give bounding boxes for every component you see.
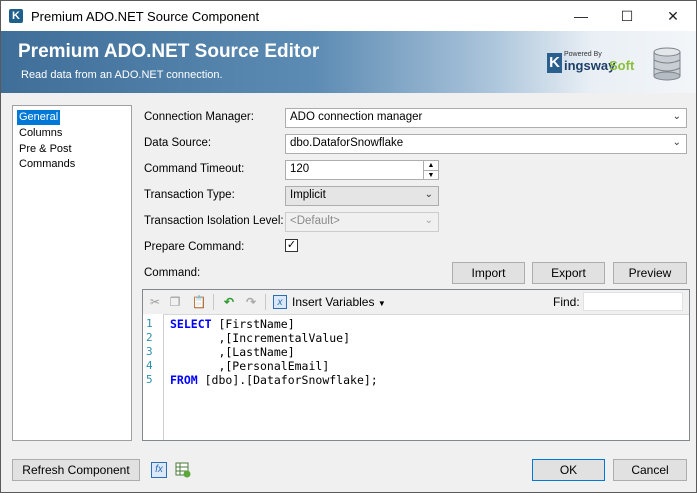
isolation-level-dropdown: <Default> ⌄ [285,212,439,232]
isolation-level-label: Transaction Isolation Level: [144,215,284,227]
editor-toolbar: ✂ ❐ 📋 ↶ ↷ x Insert Variables ▼ Find: [143,290,689,315]
cut-icon[interactable]: ✂ [147,294,163,310]
prepare-command-label: Prepare Command: [144,241,245,253]
database-icon [653,47,681,81]
chevron-down-icon: ⌄ [424,189,433,200]
paste-icon[interactable]: 📋 [191,294,207,310]
connection-manager-label: Connection Manager: [144,111,254,123]
kingswaysoft-logo: K Powered By ingsway Soft [547,51,637,77]
code-text: [dbo].[DataforSnowflake]; [197,373,378,387]
insert-variables-icon[interactable]: x [273,295,287,309]
chevron-down-icon: ⌄ [672,137,681,148]
line-number: 2 [146,331,153,344]
command-timeout-label: Command Timeout: [144,163,245,175]
spin-up-icon[interactable]: ▲ [423,161,438,170]
import-button[interactable]: Import [452,262,525,284]
toolbar-separator [213,294,214,310]
code-text: [FirstName] [211,317,295,331]
insert-variables-button[interactable]: Insert Variables ▼ [292,295,386,309]
line-number: 3 [146,345,153,358]
sql-keyword: FROM [170,373,198,387]
line-number: 1 [146,317,153,330]
maximize-icon: ☐ [620,8,634,24]
preview-button[interactable]: Preview [613,262,687,284]
line-number: 4 [146,359,153,372]
insert-variables-label: Insert Variables [292,295,375,309]
code-line: ,[PersonalEmail] [170,359,329,373]
code-line: ,[LastName] [170,345,295,359]
line-number-gutter: 1 2 3 4 5 [143,314,164,440]
cancel-button[interactable]: Cancel [613,459,687,481]
find-input[interactable] [583,292,683,311]
logo-powered-by: Powered By [564,51,602,58]
spin-down-icon[interactable]: ▼ [423,170,438,180]
undo-icon[interactable]: ↶ [221,294,237,310]
refresh-component-button[interactable]: Refresh Component [12,459,140,481]
chevron-down-icon: ⌄ [672,111,681,122]
banner-subtitle: Read data from an ADO.NET connection. [21,69,223,81]
nav-item-pre-post-commands[interactable]: Pre & Post Commands [17,142,131,170]
maximize-button[interactable]: ☐ [604,1,650,31]
command-label: Command: [144,267,201,279]
logo-ingsway: ingsway [564,58,616,73]
isolation-level-value: <Default> [290,215,340,227]
code-line: ,[IncrementalValue] [170,331,350,345]
title-bar: K Premium ADO.NET Source Component — ☐ ✕ [1,1,696,31]
minimize-button[interactable]: — [558,1,604,31]
connection-manager-dropdown[interactable]: ADO connection manager ⌄ [285,108,687,128]
code-line: SELECT [FirstName] [170,317,295,331]
redo-icon[interactable]: ↷ [243,294,259,310]
chevron-down-icon: ⌄ [424,215,433,226]
code-text: ,[IncrementalValue] [170,331,351,345]
data-source-value: dbo.DataforSnowflake [290,137,404,149]
export-button[interactable]: Export [532,262,605,284]
grid-settings-icon[interactable] [175,462,191,478]
code-line: FROM [dbo].[DataforSnowflake]; [170,373,378,387]
transaction-type-value: Implicit [290,189,326,201]
code-text: ,[PersonalEmail] [170,359,330,373]
command-timeout-spinner[interactable]: 120 ▲ ▼ [285,160,439,180]
connection-manager-value: ADO connection manager [290,111,423,123]
data-source-label: Data Source: [144,137,212,149]
data-source-dropdown[interactable]: dbo.DataforSnowflake ⌄ [285,134,687,154]
find-label: Find: [553,295,580,309]
logo-k: K [547,53,562,73]
transaction-type-dropdown[interactable]: Implicit ⌄ [285,186,439,206]
command-editor[interactable]: ✂ ❐ 📋 ↶ ↷ x Insert Variables ▼ Find: 1 2… [142,289,690,441]
logo-soft: Soft [609,58,635,73]
minimize-icon: — [574,8,588,24]
command-timeout-value: 120 [290,163,310,175]
transaction-type-label: Transaction Type: [144,189,235,201]
close-icon: ✕ [667,8,679,24]
checkmark-icon: ✓ [286,239,297,251]
caret-down-icon: ▼ [377,299,386,308]
copy-icon[interactable]: ❐ [167,294,183,310]
dialog-window: K Premium ADO.NET Source Component — ☐ ✕… [0,0,697,493]
banner-title: Premium ADO.NET Source Editor [18,41,320,62]
app-icon: K [9,9,23,23]
header-banner: Premium ADO.NET Source Editor Read data … [1,31,696,93]
nav-item-columns[interactable]: Columns [17,126,64,141]
sql-keyword: SELECT [170,317,212,331]
close-button[interactable]: ✕ [650,1,696,31]
ok-button[interactable]: OK [532,459,605,481]
prepare-command-checkbox[interactable]: ✓ [285,239,298,252]
nav-list: General Columns Pre & Post Commands [12,105,132,441]
toolbar-separator [265,294,266,310]
line-number: 5 [146,373,153,386]
code-text: ,[LastName] [170,345,295,359]
window-title: Premium ADO.NET Source Component [31,9,260,24]
expression-fx-icon[interactable]: fx [151,462,167,478]
nav-item-general[interactable]: General [17,110,61,125]
